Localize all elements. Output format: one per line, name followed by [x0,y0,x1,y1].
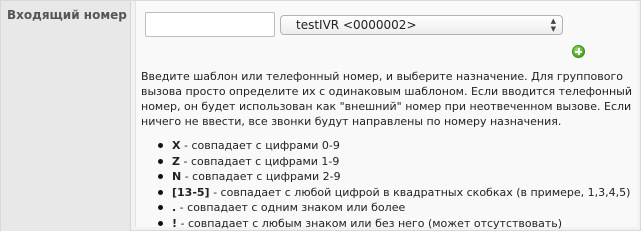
help-text: Введите шаблон или телефонный номер, и в… [141,70,632,128]
field-content-cell: testIVR <0000002> ▲ ▼ Введите шаблон или … [135,1,637,230]
list-item: N - совпадает с цифрами 2-9 [158,169,630,185]
list-item: ! - совпадает с любым знаком или без нег… [158,216,630,232]
rule-token: Z [172,154,180,168]
field-label-cell: Входящий номер [1,1,131,231]
rule-token: [13-5] [172,185,210,199]
list-item: . - совпадает с одним знаком или более [158,200,630,216]
destination-select[interactable]: testIVR <0000002> ▲ ▼ [280,15,563,35]
list-item: [13-5] - совпадает с любой цифрой в квад… [158,185,630,201]
pattern-input[interactable] [145,12,275,37]
rule-description: - совпадает с любой цифрой в квадратных … [209,185,631,199]
field-label: Входящий номер [7,8,127,22]
incoming-number-row: Входящий номер testIVR <0000002> ▲ ▼ Введ… [0,0,641,231]
add-route-button[interactable] [572,45,585,58]
rule-description: - совпадает с цифрами 2-9 [181,170,341,183]
rule-description: - совпадает с одним знаком или более [176,201,406,214]
rule-description: - совпадает с любым знаком или без него … [177,216,563,230]
destination-select-value: testIVR <0000002> [296,18,417,32]
list-item: X - совпадает с цифрами 0-9 [158,138,630,154]
select-arrows-icon: ▲ ▼ [550,17,556,33]
rule-token: N [172,170,182,183]
rule-description: - совпадает с цифрами 0-9 [180,139,340,152]
rule-description: - совпадает с цифрами 1-9 [179,154,340,168]
pattern-rules-list: X - совпадает с цифрами 0-9 Z - совпадае… [158,138,630,231]
list-item: Z - совпадает с цифрами 1-9 [158,154,630,170]
